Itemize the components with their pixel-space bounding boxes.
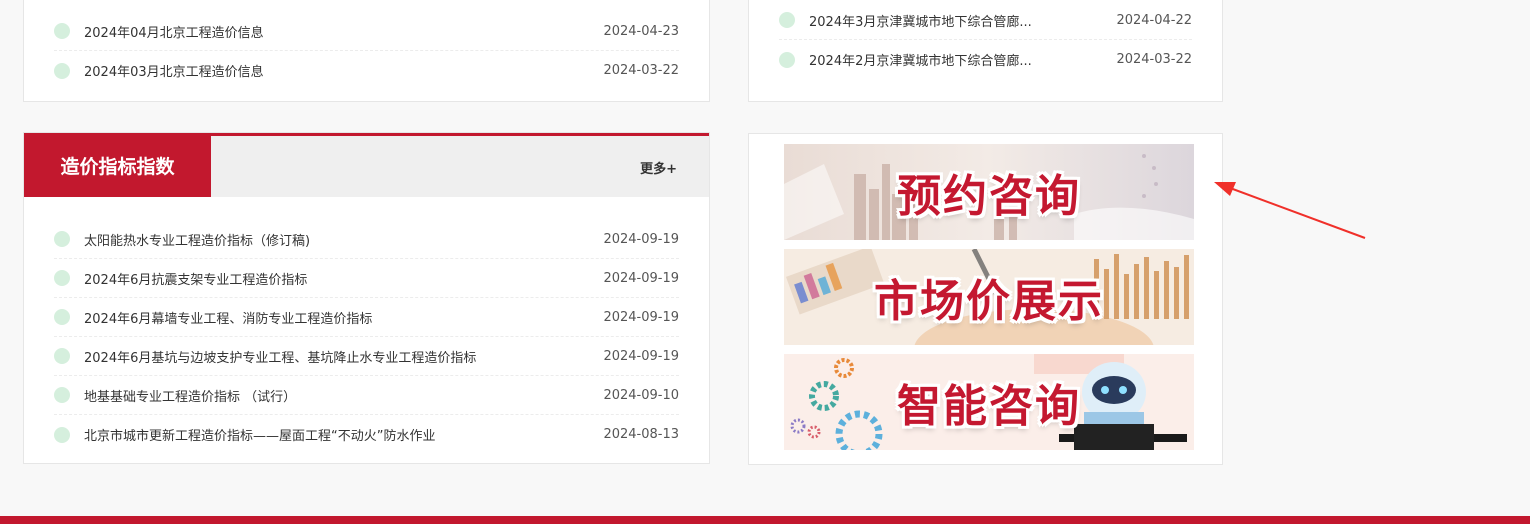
list-item-title: 地基基础专业工程造价指标 （试行） [84,389,297,405]
utility-tunnel-panel: 2024年3月京津冀城市地下综合管廊... 2024-04-22 2024年2月… [748,0,1223,102]
more-link[interactable]: 更多+ [640,158,677,177]
market-price-banner[interactable]: 市场价展示 [784,249,1194,345]
list-item-date: 2024-09-19 [603,270,679,286]
list-item-title: 2024年04月北京工程造价信息 [84,25,264,41]
annotation-arrow-icon [1214,182,1366,239]
list-item[interactable]: 北京市城市更新工程造价指标——屋面工程“不动火”防水作业 2024-08-13 [54,415,679,454]
list-item-date: 2024-09-10 [603,387,679,403]
list-item-date: 2024-08-13 [603,427,679,442]
service-banner-panel: 预约咨询 市场价展示 智能咨询 [748,133,1223,465]
footer-bar [0,516,1530,524]
list-item-title: 2024年6月抗震支架专业工程造价指标 [84,272,308,288]
bullet-icon [54,23,70,39]
list-item-date: 2024-04-22 [1116,12,1192,28]
appointment-consulting-banner[interactable]: 预约咨询 [784,144,1194,240]
list-item[interactable]: 太阳能热水专业工程造价指标（修订稿) 2024-09-19 [54,220,679,259]
list-item[interactable]: 2024年3月京津冀城市地下综合管廊... 2024-04-22 [779,1,1192,40]
panel-title-tab[interactable]: 造价指标指数 [24,133,211,197]
bullet-icon [54,348,70,364]
list-item-title: 2024年3月京津冀城市地下综合管廊... [809,14,1032,30]
list-item-title: 北京市城市更新工程造价指标——屋面工程“不动火”防水作业 [84,429,436,444]
utility-tunnel-list: 2024年3月京津冀城市地下综合管廊... 2024-04-22 2024年2月… [779,1,1192,79]
bullet-icon [779,12,795,28]
bullet-icon [54,270,70,286]
banner-label: 预约咨询 [897,171,1081,222]
bullet-icon [54,426,70,443]
list-item[interactable]: 地基基础专业工程造价指标 （试行） 2024-09-10 [54,376,679,415]
cost-index-list: 太阳能热水专业工程造价指标（修订稿) 2024-09-19 2024年6月抗震支… [54,220,679,454]
bullet-icon [54,62,70,79]
list-item-title: 太阳能热水专业工程造价指标（修订稿) [84,233,311,249]
list-item[interactable]: 2024年6月抗震支架专业工程造价指标 2024-09-19 [54,259,679,298]
list-item-date: 2024-03-22 [603,63,679,78]
list-item[interactable]: 2024年6月幕墙专业工程、消防专业工程造价指标 2024-09-19 [54,298,679,337]
engineering-cost-info-panel: 2024年04月北京工程造价信息 2024-04-23 2024年03月北京工程… [23,0,710,102]
list-item[interactable]: 2024年2月京津冀城市地下综合管廊... 2024-03-22 [779,40,1192,79]
panel-header: 造价指标指数 更多+ [24,133,709,197]
cost-info-list: 2024年04月北京工程造价信息 2024-04-23 2024年03月北京工程… [54,12,679,90]
list-item-title: 2024年6月基坑与边坡支护专业工程、基坑降止水专业工程造价指标 [84,350,477,366]
list-item[interactable]: 2024年03月北京工程造价信息 2024-03-22 [54,51,679,90]
bullet-icon [54,309,70,325]
list-item-title: 2024年6月幕墙专业工程、消防专业工程造价指标 [84,311,373,327]
list-item-title: 2024年03月北京工程造价信息 [84,65,264,80]
list-item[interactable]: 2024年6月基坑与边坡支护专业工程、基坑降止水专业工程造价指标 2024-09… [54,337,679,376]
list-item-date: 2024-04-23 [603,23,679,39]
bullet-icon [54,231,70,247]
list-item-title: 2024年2月京津冀城市地下综合管廊... [809,54,1032,69]
list-item-date: 2024-09-19 [603,231,679,247]
cost-index-panel: 造价指标指数 更多+ 太阳能热水专业工程造价指标（修订稿) 2024-09-19… [23,132,710,464]
list-item-date: 2024-03-22 [1116,52,1192,67]
banner-label: 智能咨询 [897,381,1081,432]
banner-label: 市场价展示 [874,276,1104,327]
list-item-date: 2024-09-19 [603,309,679,325]
list-item-date: 2024-09-19 [603,348,679,364]
bullet-icon [54,387,70,403]
list-item[interactable]: 2024年04月北京工程造价信息 2024-04-23 [54,12,679,51]
bullet-icon [779,51,795,68]
intelligent-consulting-banner[interactable]: 智能咨询 [784,354,1194,450]
